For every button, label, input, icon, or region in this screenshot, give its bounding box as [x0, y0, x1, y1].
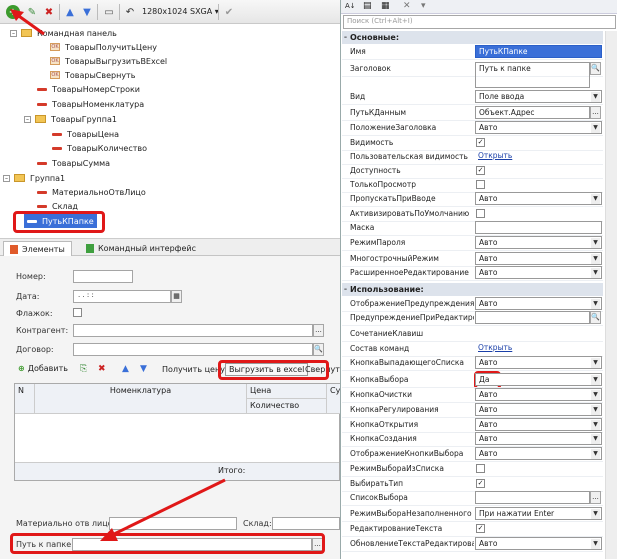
property-name: ВыбиратьТип	[350, 479, 404, 488]
property-dropdown[interactable]: Авто	[475, 121, 602, 134]
property-field[interactable]	[475, 491, 590, 504]
property-checkbox[interactable]: ✓	[476, 524, 485, 533]
property-checkbox[interactable]: ✓	[476, 479, 485, 488]
property-name: АктивизироватьПоУмолчанию	[350, 209, 470, 218]
scrollbar[interactable]	[605, 31, 617, 559]
search-icon[interactable]: 🔍	[590, 311, 601, 324]
property-dropdown[interactable]: Поле ввода	[475, 90, 602, 103]
property-name: ПропускатьПриВводе	[350, 194, 436, 203]
section-usage[interactable]: – Использование:	[342, 283, 603, 296]
property-name: СписокВыбора	[350, 493, 408, 502]
property-dropdown[interactable]: Авто	[475, 447, 602, 460]
property-name: МногострочныйРежим	[350, 254, 439, 263]
properties-toolbar: A↓ ▤ ▦ ✕ ▾	[341, 0, 617, 14]
property-title-field[interactable]: Путь к папке	[475, 62, 590, 88]
property-dropdown[interactable]: Авто	[475, 356, 602, 369]
property-name: РежимВыбораНезаполненного	[350, 509, 472, 518]
property-value[interactable]	[475, 327, 481, 340]
sort-icon[interactable]: A↓	[345, 2, 356, 10]
property-field[interactable]	[475, 311, 590, 324]
property-dropdown[interactable]: Авто	[475, 432, 602, 445]
property-checkbox[interactable]: ✓	[476, 166, 485, 175]
property-name: Имя	[350, 47, 366, 56]
property-name: РежимПароля	[350, 238, 406, 247]
property-input[interactable]	[475, 221, 602, 234]
property-name: КнопкаСоздания	[350, 434, 417, 443]
property-name: КнопкаВыбора	[350, 375, 409, 384]
property-name: ОтображениеПредупрежденияПр	[350, 299, 474, 308]
property-field[interactable]: Объект.Адрес	[475, 106, 590, 119]
property-name: КнопкаРегулирования	[350, 405, 439, 414]
property-name: Состав команд	[350, 344, 410, 353]
property-name: Вид	[350, 92, 366, 101]
property-dropdown[interactable]: Авто	[475, 388, 602, 401]
property-dropdown[interactable]: Авто	[475, 236, 602, 249]
property-link[interactable]: Открыть	[475, 150, 515, 163]
property-name-field[interactable]: ПутьКПапке	[475, 45, 602, 58]
property-dropdown[interactable]: Авто	[475, 418, 602, 431]
property-checkbox[interactable]	[476, 180, 485, 189]
ellipsis-button[interactable]: ...	[590, 106, 601, 119]
property-name: ТолькоПросмотр	[350, 180, 416, 189]
search-icon[interactable]: 🔍	[590, 62, 601, 75]
section-main[interactable]: – Основные:	[342, 31, 603, 44]
property-dropdown[interactable]: Авто	[475, 266, 602, 279]
property-name: РасширенноеРедактирование	[350, 268, 469, 277]
property-name: Видимость	[350, 138, 394, 147]
property-name: Маска	[350, 223, 375, 232]
property-checkbox[interactable]	[476, 464, 485, 473]
properties-search-input[interactable]: Поиск (Ctrl+Alt+I)	[343, 15, 616, 29]
property-name: ОтображениеКнопкиВыбора	[350, 449, 464, 458]
categories-icon[interactable]: ▤	[363, 1, 372, 11]
property-name: РежимВыбораИзСписка	[350, 464, 444, 473]
property-name: КнопкаВыпадающегоСписка	[350, 358, 464, 367]
property-name: Пользовательская видимость	[350, 152, 468, 161]
property-dropdown[interactable]: Авто	[475, 252, 602, 265]
property-name: ПредупреждениеПриРедактиров	[350, 313, 474, 322]
property-name: КнопкаОткрытия	[350, 420, 419, 429]
chevron-down-icon[interactable]: ▾	[421, 1, 426, 11]
ellipsis-button[interactable]: ...	[590, 491, 601, 504]
property-dropdown[interactable]: Авто	[475, 537, 602, 550]
property-name: КнопкаОчистки	[350, 390, 412, 399]
property-dropdown[interactable]: Да	[475, 373, 602, 386]
property-checkbox[interactable]: ✓	[476, 138, 485, 147]
property-dropdown[interactable]: Авто	[475, 403, 602, 416]
close-icon[interactable]: ✕	[403, 1, 411, 11]
property-name: СочетаниеКлавиш	[350, 329, 424, 338]
property-name: Доступность	[350, 166, 401, 175]
property-link[interactable]: Открыть	[475, 342, 515, 355]
property-name: ПоложениеЗаголовка	[350, 123, 437, 132]
properties-panel: A↓ ▤ ▦ ✕ ▾ Поиск (Ctrl+Alt+I) – Основные:…	[340, 0, 617, 559]
property-name: РедактированиеТекста	[350, 524, 443, 533]
property-dropdown[interactable]: При нажатии Enter	[475, 507, 602, 520]
property-checkbox[interactable]	[476, 209, 485, 218]
property-dropdown[interactable]: Авто	[475, 297, 602, 310]
grid-icon[interactable]: ▦	[381, 1, 390, 11]
property-name: ОбновлениеТекстаРедактирова	[350, 539, 474, 548]
property-dropdown[interactable]: Авто	[475, 192, 602, 205]
property-name: ПутьКДанным	[350, 108, 407, 117]
property-name: Заголовок	[350, 64, 391, 73]
